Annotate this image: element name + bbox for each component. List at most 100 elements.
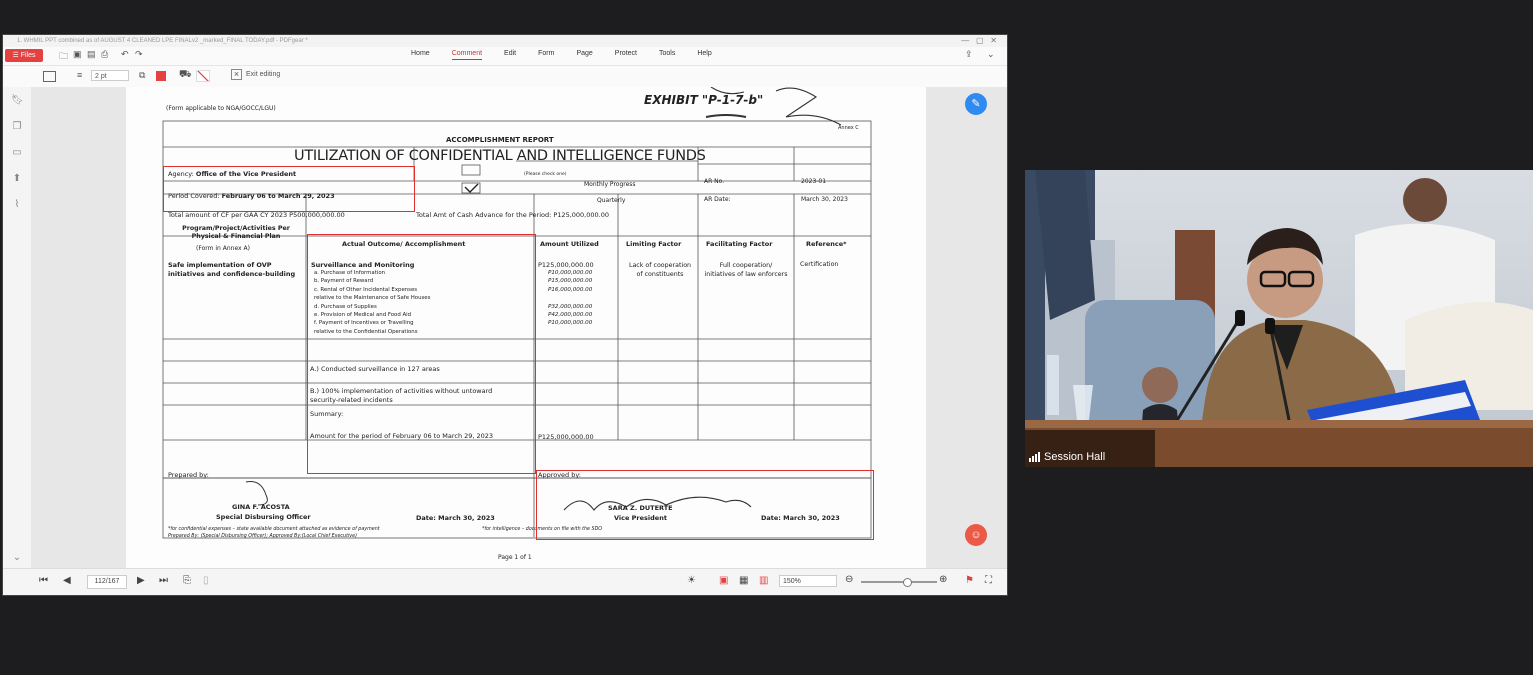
form-note: (Form applicable to NGA/GOCC/LGU) — [166, 105, 276, 112]
no-fill-icon[interactable] — [196, 70, 210, 82]
files-button[interactable]: ☰ Files — [5, 49, 43, 62]
signal-icon — [1029, 452, 1040, 462]
zoom-out-icon[interactable]: ⊖ — [845, 574, 853, 585]
rectangle-tool-icon[interactable] — [43, 71, 56, 82]
ar-date-value: March 30, 2023 — [801, 196, 848, 203]
footnote-2: Prepared By: (Special Disbursing Officer… — [168, 534, 357, 539]
header-limiting: Limiting Factor — [626, 240, 682, 248]
video-feed: Session Hall — [1025, 170, 1533, 467]
border-color-icon[interactable]: ⧉ — [139, 70, 145, 81]
stamp-icon[interactable]: ⬆ — [11, 173, 23, 184]
menu-help[interactable]: Help — [697, 50, 711, 60]
exit-editing-button[interactable]: Exit editing — [246, 71, 280, 78]
chevron-down-icon[interactable]: ⌄ — [987, 49, 995, 60]
line-weight-icon[interactable]: ≡ — [77, 70, 82, 80]
window-title: 1. WHMIL PPT combined as of AUGUST 4 CLE… — [17, 38, 308, 44]
header-program-sub: (Form in Annex A) — [196, 245, 250, 252]
grid-view-icon[interactable]: ▦ — [739, 575, 748, 586]
expense-amount: P15,000,000.00 — [548, 278, 593, 285]
ribbon: ☰ Files 🗀 ▣ ▤ ⎙ ↶ ↷ Home Comment Edit Fo… — [3, 47, 1007, 66]
feedback-icon[interactable]: ☺ — [965, 524, 987, 546]
zoom-in-icon[interactable]: ⊕ — [939, 574, 947, 585]
next-page-icon[interactable]: ▶ — [137, 575, 145, 586]
close-icon[interactable]: × — [231, 69, 242, 80]
document-viewer[interactable]: (Form applicable to NGA/GOCC/LGU) EXHIBI… — [31, 87, 1007, 571]
stroke-size-select[interactable]: 2 pt — [91, 70, 129, 81]
zoom-select[interactable]: 150% — [779, 575, 837, 587]
ar-no-label: AR No. — [704, 178, 725, 185]
present-icon[interactable]: ⚑ — [965, 575, 974, 586]
redo-icon[interactable]: ↷ — [135, 49, 143, 60]
monthly-label: Monthly Progress — [584, 181, 636, 188]
page-number-input[interactable]: 112/167 — [87, 575, 127, 589]
summary-amount: P125,000,000.00 — [538, 433, 594, 441]
ar-no-value: 2023-01 — [801, 178, 827, 185]
menu-form[interactable]: Form — [538, 50, 554, 60]
highlight-agency[interactable] — [163, 166, 415, 212]
main-title: UTILIZATION OF CONFIDENTIAL AND INTELLIG… — [294, 148, 706, 164]
save-as-icon[interactable]: ▤ — [87, 49, 96, 60]
status-bar: ⏮ ◀ 112/167 ▶ ⏭ ⎘ ▯ ☀ ▣ ▦ ▥ 150% ⊖ ⊕ ⚑ ⛶ — [3, 568, 1007, 595]
zoom-slider[interactable] — [861, 578, 937, 587]
share-icon[interactable]: ⇪ — [965, 49, 973, 60]
fill-icon[interactable]: ⛟ — [179, 69, 192, 82]
attachment-icon[interactable]: ⌇ — [11, 199, 23, 210]
extract-icon[interactable]: ⎘ — [183, 575, 191, 586]
ar-date-label: AR Date: — [704, 196, 731, 203]
rotate-icon[interactable]: ▯ — [203, 575, 209, 586]
menu-edit[interactable]: Edit — [504, 50, 516, 60]
comment-toolbar: ≡ 2 pt ⧉ ⛟ × Exit editing — [3, 66, 1007, 89]
ai-assistant-icon[interactable]: ✎ — [965, 93, 987, 115]
zoom-slider-handle[interactable] — [903, 578, 912, 587]
bookmark-icon[interactable]: 🔖︎ — [11, 95, 24, 106]
page-of: Page 1 of 1 — [498, 554, 532, 561]
comments-icon[interactable]: ▭ — [11, 147, 23, 158]
report-title: ACCOMPLISHMENT REPORT — [446, 136, 554, 144]
expense-amount: P10,000,000.00 — [548, 320, 593, 327]
thumbnails-icon[interactable]: ❐ — [11, 121, 23, 132]
program-text: Safe implementation of OVP initiatives a… — [168, 261, 296, 278]
menu-comment[interactable]: Comment — [451, 50, 483, 60]
header-facilitating: Facilitating Factor — [706, 240, 773, 248]
pdf-viewer-window: 1. WHMIL PPT combined as of AUGUST 4 CLE… — [2, 34, 1008, 596]
print-icon[interactable]: ⎙ — [101, 49, 108, 60]
expand-icon[interactable]: ⌄ — [11, 552, 23, 563]
menu-home[interactable]: Home — [411, 50, 430, 60]
header-reference: Reference* — [806, 240, 847, 248]
brightness-icon[interactable]: ☀ — [687, 575, 696, 586]
preparer-title: Special Disbursing Officer — [216, 513, 311, 521]
header-program: Program/Project/Activities Per Physical … — [182, 225, 290, 240]
fullscreen-icon[interactable]: ⛶ — [985, 575, 992, 586]
two-page-icon[interactable]: ▥ — [759, 575, 768, 586]
header-amount: Amount Utilized — [540, 240, 599, 248]
expense-amount: P16,000,000.00 — [548, 286, 593, 293]
prepared-by: Prepared by: — [168, 471, 209, 479]
main-menu: Home Comment Edit Form Page Protect Tool… — [411, 50, 712, 60]
video-label-text: Session Hall — [1044, 451, 1106, 463]
annex-label: Annex C — [838, 125, 859, 131]
expense-amount: P42,000,000.00 — [548, 312, 593, 318]
menu-page[interactable]: Page — [576, 50, 592, 60]
total-cf: Total amount of CF per GAA CY 2023 P500,… — [168, 211, 345, 219]
expense-amount: P10,000,000.00 — [548, 270, 593, 276]
footnote-1: *for confidential expenses – state avail… — [168, 527, 380, 532]
window-controls[interactable]: — ▢ ✕ — [961, 35, 997, 47]
amount-total: P125,000,000.00 — [538, 261, 594, 269]
video-location-label: Session Hall — [1029, 451, 1105, 463]
exhibit-label: EXHIBIT "P-1-7-b" — [644, 93, 764, 107]
last-page-icon[interactable]: ⏭ — [159, 575, 168, 586]
first-page-icon[interactable]: ⏮ — [39, 575, 48, 586]
video-frame — [1025, 170, 1533, 467]
menu-protect[interactable]: Protect — [615, 50, 637, 60]
color-swatch[interactable] — [156, 71, 166, 81]
check-one-note: (Please check one) — [524, 172, 567, 177]
single-page-icon[interactable]: ▣ — [719, 575, 728, 586]
save-icon[interactable]: ▣ — [73, 49, 82, 60]
highlight-accomplishment[interactable] — [307, 234, 536, 474]
pdf-page: (Form applicable to NGA/GOCC/LGU) EXHIBI… — [126, 87, 926, 571]
open-icon[interactable]: 🗀 — [59, 49, 68, 65]
prev-page-icon[interactable]: ◀ — [63, 575, 71, 586]
highlight-approval[interactable] — [536, 470, 874, 540]
undo-icon[interactable]: ↶ — [121, 49, 129, 60]
menu-tools[interactable]: Tools — [659, 50, 675, 60]
